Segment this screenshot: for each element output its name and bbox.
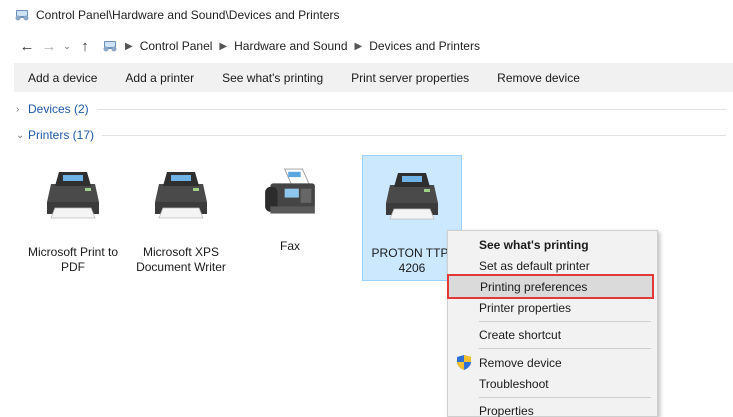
chevron-right-icon[interactable]: ▶ [355, 41, 363, 52]
printer-label: Fax [279, 239, 300, 253]
breadcrumb[interactable]: ▶ Control Panel ▶ Hardware and Sound ▶ D… [102, 38, 480, 55]
control-panel-icon [102, 38, 118, 55]
menu-item-remove-device[interactable]: Remove device [448, 352, 657, 373]
fax-icon [258, 165, 322, 223]
window-title: Control Panel\Hardware and Sound\Devices… [36, 8, 340, 22]
group-divider [102, 134, 726, 136]
printer-item-microsoft-print-to-pdf[interactable]: Microsoft Print to PDF [23, 155, 123, 281]
chevron-down-icon: ⌄ [63, 40, 71, 51]
printer-icon [380, 166, 444, 224]
command-bar: Add a device Add a printer See what's pr… [14, 63, 733, 92]
back-arrow-icon: ← [19, 37, 35, 55]
control-panel-icon [14, 7, 30, 24]
forward-button[interactable]: → [38, 35, 60, 57]
menu-item-troubleshoot[interactable]: Troubleshoot [448, 373, 657, 394]
menu-separator [479, 397, 651, 398]
breadcrumb-devices-and-printers[interactable]: Devices and Printers [369, 39, 480, 53]
menu-item-printer-properties[interactable]: Printer properties [448, 297, 657, 318]
menu-item-set-as-default-printer[interactable]: Set as default printer [448, 255, 657, 276]
menu-separator [479, 321, 651, 322]
add-device-button[interactable]: Add a device [14, 63, 111, 92]
forward-arrow-icon: → [41, 37, 57, 55]
printer-icon [149, 165, 213, 223]
devices-group-header[interactable]: › Devices (2) [16, 100, 726, 118]
breadcrumb-hardware-and-sound[interactable]: Hardware and Sound [234, 39, 347, 53]
printer-label: Microsoft XPS Document Writer [136, 245, 226, 274]
up-button[interactable]: ↑ [74, 35, 96, 57]
see-whats-printing-button[interactable]: See what's printing [208, 63, 337, 92]
printer-label: Microsoft Print to PDF [27, 245, 119, 274]
menu-item-see-whats-printing[interactable]: See what's printing [448, 234, 657, 255]
title-bar: Control Panel\Hardware and Sound\Devices… [0, 0, 733, 30]
printers-group-label: Printers (17) [28, 128, 95, 142]
remove-device-button[interactable]: Remove device [483, 63, 594, 92]
group-divider [96, 108, 726, 110]
menu-item-printing-preferences[interactable]: Printing preferences [447, 274, 654, 299]
print-server-properties-button[interactable]: Print server properties [337, 63, 483, 92]
recent-locations-button[interactable]: ⌄ [60, 35, 74, 57]
devices-group-label: Devices (2) [28, 102, 89, 116]
printer-label: PROTON TTP-4206 [371, 246, 453, 275]
menu-item-create-shortcut[interactable]: Create shortcut [448, 324, 657, 345]
chevron-right-icon[interactable]: ▶ [125, 41, 133, 52]
menu-item-properties[interactable]: Properties [448, 400, 657, 417]
menu-item-label: Remove device [479, 355, 562, 370]
chevron-right-icon[interactable]: ▶ [219, 41, 227, 52]
printer-icon [41, 165, 105, 223]
printers-group-header[interactable]: ⌄ Printers (17) [16, 126, 726, 144]
up-arrow-icon: ↑ [81, 37, 89, 55]
menu-separator [479, 348, 651, 349]
back-button[interactable]: ← [16, 35, 38, 57]
context-menu: See what's printing Set as default print… [447, 230, 658, 417]
shield-icon [457, 355, 471, 373]
printer-item-microsoft-xps-document-writer[interactable]: Microsoft XPS Document Writer [131, 155, 231, 281]
chevron-down-icon: ⌄ [16, 129, 25, 141]
address-bar: ← → ⌄ ↑ ▶ Control Panel ▶ Hardware and S… [0, 33, 733, 59]
printer-item-fax[interactable]: Fax [240, 155, 340, 281]
breadcrumb-control-panel[interactable]: Control Panel [140, 39, 213, 53]
chevron-right-icon: › [16, 103, 20, 115]
add-printer-button[interactable]: Add a printer [111, 63, 208, 92]
